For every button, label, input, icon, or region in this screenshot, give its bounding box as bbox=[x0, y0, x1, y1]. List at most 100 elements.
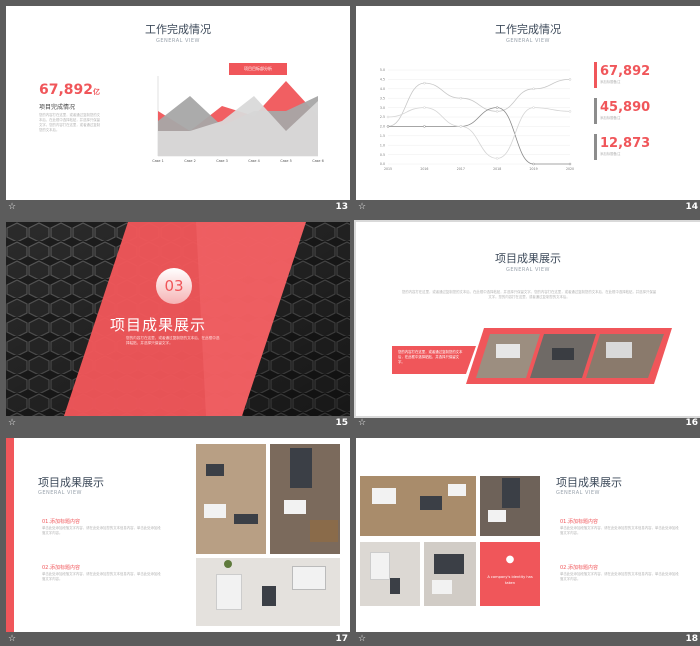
y-tick-label: 1.0 bbox=[380, 143, 385, 147]
y-tick-label: 1.5 bbox=[380, 134, 385, 138]
data-point bbox=[568, 78, 572, 81]
slide-13[interactable]: 工作完成情况 GENERAL VIEW 67,892亿 项目完成情况 您的内容打… bbox=[6, 6, 350, 200]
y-tick-label: 2.0 bbox=[380, 125, 385, 129]
slide-number: 14 bbox=[685, 202, 698, 212]
item-text-1: 单击此处添加段落文字内容，请在此处添加您的文本信息内容，单击此处添加段落文字内容… bbox=[560, 526, 679, 535]
slide-subtitle: GENERAL VIEW bbox=[506, 38, 550, 44]
data-point bbox=[459, 96, 463, 100]
slide-transition-icon: ☆ bbox=[358, 418, 367, 428]
slide-number: 17 bbox=[335, 634, 348, 644]
item-text-2: 单击此处添加段落文字内容，请在此处添加您的文本信息内容，单击此处添加段落文字内容… bbox=[560, 572, 679, 581]
thumbnail-slide-13[interactable]: 工作完成情况 GENERAL VIEW 67,892亿 项目完成情况 您的内容打… bbox=[6, 6, 350, 218]
photo-phone bbox=[360, 542, 420, 606]
item-heading-2: 02.添加标题内容 bbox=[560, 565, 598, 571]
slide-subtitle: GENERAL VIEW bbox=[156, 38, 200, 44]
data-point bbox=[386, 115, 390, 119]
area-chart: Case 1 Case 2 Case 3 Case 4 Case 5 Case 6 bbox=[152, 76, 324, 163]
slide-17[interactable]: 项目成果展示 GENERAL VIEW 01.添加标题内容 单击此处添加段落文字… bbox=[6, 438, 350, 632]
slide-transition-icon: ☆ bbox=[8, 202, 17, 212]
body-text: 您的内容打在这里，或者通过复制您的文本后，在此框中选择粘贴，并选择只保留文字。您… bbox=[39, 113, 101, 132]
slide-title: 工作完成情况 bbox=[145, 23, 211, 36]
item-text-2: 单击此处添加段落文字内容，请在此处添加您的文本信息内容，单击此处添加段落文字内容… bbox=[42, 572, 161, 581]
stat-value-3: 12,873 bbox=[600, 136, 651, 151]
y-tick-label: 3.5 bbox=[380, 96, 385, 100]
x-tick-label: 2017 bbox=[457, 167, 465, 171]
thumbnail-slide-14[interactable]: 工作完成情况 GENERAL VIEW 5.0 4.5 4.0 3.5 3.0 2.5 2.… bbox=[356, 6, 700, 218]
data-point bbox=[423, 125, 426, 128]
x-tick-label: 2019 bbox=[530, 167, 538, 171]
slide-subtitle: GENERAL VIEW bbox=[556, 490, 600, 496]
photo-meeting bbox=[270, 444, 340, 554]
slide-transition-icon: ☆ bbox=[358, 634, 367, 644]
data-point bbox=[568, 162, 572, 166]
x-tick-label: 2016 bbox=[420, 167, 428, 171]
stat-label: 项目完成情况 bbox=[39, 104, 76, 111]
data-point bbox=[459, 125, 463, 128]
accent-strip bbox=[6, 438, 14, 632]
section-number: 03 bbox=[164, 277, 184, 295]
section-body: 您的内容打在这里，或者通过复制您的文本后，在此框中选择粘贴，并选择只保留文字。 bbox=[126, 336, 220, 345]
tile-text: A company's identity has taken bbox=[487, 575, 533, 585]
stat-bar bbox=[594, 98, 597, 124]
highlight-tile: ● A company's identity has taken bbox=[480, 542, 540, 606]
y-tick-label: 4.5 bbox=[380, 78, 385, 82]
item-heading-2: 02.添加标题内容 bbox=[42, 565, 80, 571]
data-point bbox=[532, 87, 535, 91]
photo-desk bbox=[196, 558, 340, 626]
stat-label-3: 添加标题备注 bbox=[600, 152, 621, 156]
data-point bbox=[568, 110, 572, 113]
photo-laptops bbox=[360, 476, 476, 536]
y-tick-label: 3.0 bbox=[380, 106, 385, 110]
user-icon: ● bbox=[505, 554, 515, 565]
x-tick-label: 2015 bbox=[384, 167, 392, 171]
photo-laptops bbox=[196, 444, 266, 554]
slide-transition-icon: ☆ bbox=[8, 418, 17, 428]
big-number: 67,892亿 bbox=[39, 82, 101, 98]
data-point bbox=[495, 157, 499, 160]
stat-bar bbox=[594, 62, 597, 88]
stat-bar bbox=[594, 134, 597, 160]
stat-value-1: 67,892 bbox=[600, 64, 651, 79]
thumbnail-slide-17[interactable]: 项目成果展示 GENERAL VIEW 01.添加标题内容 单击此处添加段落文字… bbox=[6, 438, 350, 646]
thumbnail-slide-18[interactable]: ● A company's identity has taken 项目成果展示 … bbox=[356, 438, 700, 646]
band-text: 您的内容打在这里，或者通过复制您的文本后，在此框中选择粘贴，并选择只保留文字。 bbox=[398, 350, 463, 364]
photo-band bbox=[392, 328, 672, 384]
slide-number: 16 bbox=[685, 418, 698, 428]
stat-label-1: 添加标题备注 bbox=[600, 80, 621, 84]
slide-transition-icon: ☆ bbox=[358, 202, 367, 212]
slide-14[interactable]: 工作完成情况 GENERAL VIEW 5.0 4.5 4.0 3.5 3.0 2.5 2.… bbox=[356, 6, 700, 200]
section-number-circle: 03 bbox=[156, 268, 192, 304]
data-point bbox=[423, 81, 426, 85]
slide-transition-icon: ☆ bbox=[8, 634, 17, 644]
x-tick-label: Case 5 bbox=[280, 159, 292, 163]
x-tick-label: 2020 bbox=[566, 167, 574, 171]
line-chart: 5.0 4.5 4.0 3.5 3.0 2.5 2.0 1.5 1.0 0.5 0.02015 201… bbox=[380, 68, 574, 171]
y-tick-label: 0.5 bbox=[380, 153, 385, 157]
line-series-3 bbox=[387, 107, 571, 159]
y-tick-label: 5.0 bbox=[380, 68, 385, 72]
x-tick-label: Case 3 bbox=[216, 159, 228, 163]
x-tick-label: Case 6 bbox=[312, 159, 324, 163]
slide-title: 工作完成情况 bbox=[495, 23, 561, 36]
chart-callout: 项目目标部分析 bbox=[229, 63, 287, 75]
line-series-1 bbox=[387, 79, 571, 127]
data-point bbox=[495, 110, 499, 113]
stat-label-2: 添加标题备注 bbox=[600, 116, 621, 120]
data-point bbox=[495, 106, 499, 109]
data-point bbox=[386, 125, 390, 128]
slide-number: 15 bbox=[335, 418, 348, 428]
data-point bbox=[532, 106, 535, 109]
slide-18[interactable]: ● A company's identity has taken 项目成果展示 … bbox=[356, 438, 700, 632]
item-heading-1: 01.添加标题内容 bbox=[560, 519, 598, 525]
slide-16[interactable]: 项目成果展示 GENERAL VIEW 您的内容打在这里，或者通过复制您的文本后… bbox=[354, 220, 700, 418]
photo-meeting bbox=[480, 476, 540, 536]
data-point bbox=[423, 106, 426, 109]
thumbnail-slide-15[interactable]: 03 项目成果展示 您的内容打在这里，或者通过复制您的文本后，在此框中选择粘贴，… bbox=[6, 222, 350, 434]
x-tick-label: Case 1 bbox=[152, 159, 164, 163]
slide-15[interactable]: 03 项目成果展示 您的内容打在这里，或者通过复制您的文本后，在此框中选择粘贴，… bbox=[6, 222, 350, 416]
y-tick-label: 0.0 bbox=[380, 162, 385, 166]
y-tick-label: 2.5 bbox=[380, 115, 385, 119]
slide-title: 项目成果展示 bbox=[38, 476, 104, 489]
slide-title: 项目成果展示 bbox=[556, 476, 622, 489]
thumbnail-slide-16[interactable]: 项目成果展示 GENERAL VIEW 您的内容打在这里，或者通过复制您的文本后… bbox=[354, 220, 700, 434]
